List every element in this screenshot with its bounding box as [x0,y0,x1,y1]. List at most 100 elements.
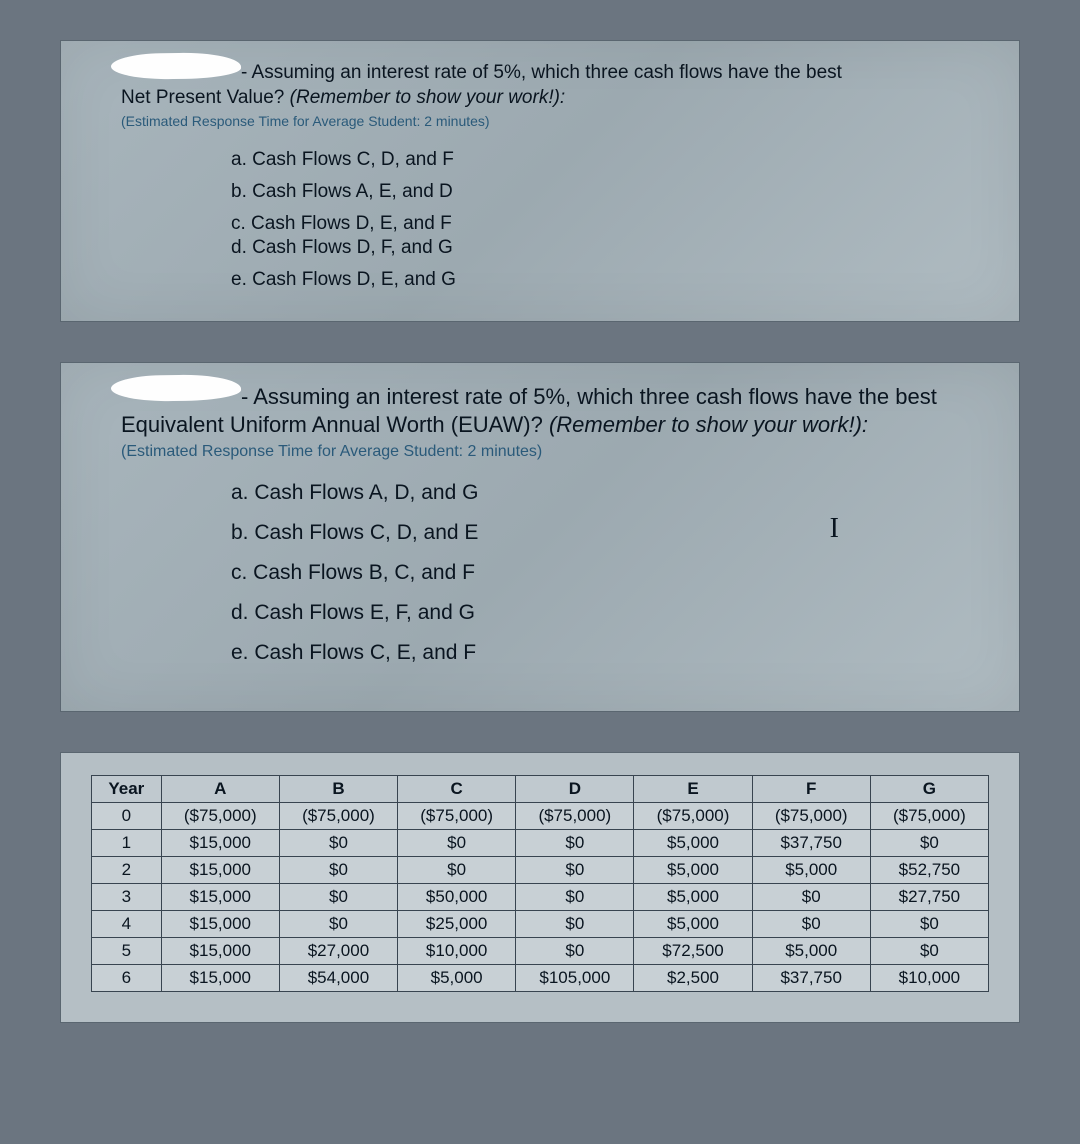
col-g: G [870,775,988,802]
table-cell: ($75,000) [161,802,279,829]
table-cell: $15,000 [161,910,279,937]
table-cell: $54,000 [279,964,397,991]
table-row: 2$15,000$0$0$0$5,000$5,000$52,750 [92,856,989,883]
q1-line2a: Net Present Value? [121,87,290,108]
table-cell: $5,000 [752,937,870,964]
q2-opt-e: e. Cash Flows C, E, and F [231,641,979,665]
table-row: 4$15,000$0$25,000$0$5,000$0$0 [92,910,989,937]
table-cell: $52,750 [870,856,988,883]
cashflow-table-block: Year A B C D E F G 0($75,000)($75,000)($… [60,752,1020,1023]
q2-opt-b: b. Cash Flows C, D, and E [231,521,979,545]
table-cell: $72,500 [634,937,752,964]
table-cell: $0 [279,910,397,937]
table-cell: 0 [92,802,162,829]
table-cell: ($75,000) [870,802,988,829]
q2-opt-a: a. Cash Flows A, D, and G [231,481,979,505]
table-cell: $15,000 [161,856,279,883]
table-cell: $0 [516,910,634,937]
q2-options: a. Cash Flows A, D, and G b. Cash Flows … [231,481,979,665]
table-cell: $0 [279,856,397,883]
table-cell: ($75,000) [398,802,516,829]
table-cell: $5,000 [634,829,752,856]
table-cell: $0 [516,829,634,856]
table-row: 0($75,000)($75,000)($75,000)($75,000)($7… [92,802,989,829]
table-cell: ($75,000) [752,802,870,829]
col-c: C [398,775,516,802]
table-row: 3$15,000$0$50,000$0$5,000$0$27,750 [92,883,989,910]
table-cell: $10,000 [398,937,516,964]
table-cell: $0 [752,883,870,910]
table-header-row: Year A B C D E F G [92,775,989,802]
col-a: A [161,775,279,802]
table-cell: $0 [516,856,634,883]
table-cell: $105,000 [516,964,634,991]
col-f: F [752,775,870,802]
table-cell: $0 [279,883,397,910]
q1-opt-c: c. Cash Flows D, E, and F [231,213,979,235]
q2-opt-d: d. Cash Flows E, F, and G [231,601,979,625]
table-cell: $0 [516,937,634,964]
table-cell: $5,000 [634,856,752,883]
q1-line2b: (Remember to show your work!): [290,87,566,108]
table-cell: 1 [92,829,162,856]
table-cell: ($75,000) [279,802,397,829]
table-cell: $15,000 [161,883,279,910]
table-cell: $0 [752,910,870,937]
table-cell: $0 [398,829,516,856]
q1-lead: - Assuming an interest rate of 5%, which… [241,61,979,86]
table-cell: $0 [398,856,516,883]
table-row: 5$15,000$27,000$10,000$0$72,500$5,000$0 [92,937,989,964]
table-cell: $50,000 [398,883,516,910]
table-cell: $37,750 [752,829,870,856]
table-cell: $27,000 [279,937,397,964]
q1-opt-b: b. Cash Flows A, E, and D [231,181,979,203]
q2-estimate: (Estimated Response Time for Average Stu… [121,442,979,463]
table-row: 6$15,000$54,000$5,000$105,000$2,500$37,7… [92,964,989,991]
col-b: B [279,775,397,802]
redaction-mark [111,373,241,401]
table-cell: $25,000 [398,910,516,937]
table-cell: $0 [870,829,988,856]
q1-estimate: (Estimated Response Time for Average Stu… [121,112,979,130]
q2-line2b: (Remember to show your work!): [549,412,868,437]
q2-prompt: - Assuming an interest rate of 5%, which… [121,383,979,463]
col-e: E [634,775,752,802]
table-cell: $0 [279,829,397,856]
table-cell: 6 [92,964,162,991]
text-cursor-icon: I [830,513,839,545]
col-year: Year [92,775,162,802]
q1-opt-d: d. Cash Flows D, F, and G [231,237,979,259]
table-cell: $27,750 [870,883,988,910]
table-cell: $37,750 [752,964,870,991]
table-row: 1$15,000$0$0$0$5,000$37,750$0 [92,829,989,856]
table-cell: $5,000 [752,856,870,883]
question-2-block: I - Assuming an interest rate of 5%, whi… [60,362,1020,712]
question-1-block: - Assuming an interest rate of 5%, which… [60,40,1020,322]
q1-opt-e: e. Cash Flows D, E, and G [231,269,979,291]
q2-opt-c: c. Cash Flows B, C, and F [231,561,979,585]
cashflow-table: Year A B C D E F G 0($75,000)($75,000)($… [91,775,989,992]
q2-lead: - Assuming an interest rate of 5%, which… [241,383,979,412]
table-cell: 2 [92,856,162,883]
q1-opt-a: a. Cash Flows C, D, and F [231,149,979,171]
table-cell: $15,000 [161,937,279,964]
table-cell: 4 [92,910,162,937]
table-cell: 3 [92,883,162,910]
table-cell: $0 [516,883,634,910]
table-cell: $15,000 [161,829,279,856]
q1-options: a. Cash Flows C, D, and F b. Cash Flows … [231,149,979,291]
table-cell: $5,000 [398,964,516,991]
col-d: D [516,775,634,802]
q2-line2a: Equivalent Uniform Annual Worth (EUAW)? [121,412,549,437]
table-cell: $0 [870,937,988,964]
q1-prompt: - Assuming an interest rate of 5%, which… [121,61,979,131]
table-cell: $5,000 [634,910,752,937]
table-cell: ($75,000) [634,802,752,829]
table-cell: $2,500 [634,964,752,991]
table-cell: ($75,000) [516,802,634,829]
table-cell: $15,000 [161,964,279,991]
table-cell: $5,000 [634,883,752,910]
table-cell: 5 [92,937,162,964]
table-cell: $0 [870,910,988,937]
table-cell: $10,000 [870,964,988,991]
